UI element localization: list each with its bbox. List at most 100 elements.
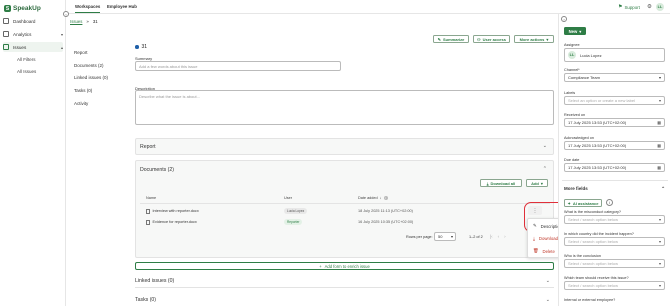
- sidebar-item-label: Analytics: [13, 31, 32, 37]
- linked-issues-section[interactable]: Linked issues (0) ⌄: [135, 276, 554, 288]
- chevron-up-icon[interactable]: ⌃: [543, 166, 547, 172]
- breadcrumb-current: 31: [92, 19, 98, 24]
- prev-page-icon[interactable]: ‹: [498, 234, 500, 239]
- plus-icon: +: [319, 263, 322, 269]
- download-all-label: Download all: [490, 180, 516, 186]
- add-document-button[interactable]: Add ▾: [526, 179, 548, 187]
- new-button[interactable]: New ▾: [564, 27, 586, 35]
- issue-nav-report[interactable]: Report: [74, 50, 88, 55]
- app-logo[interactable]: S SpeakUp: [4, 4, 41, 13]
- column-header-user[interactable]: User: [284, 196, 292, 200]
- select-placeholder: Select / search option below: [568, 217, 619, 222]
- report-section[interactable]: Report ⌄: [135, 138, 554, 155]
- app-name: SpeakUp: [13, 5, 41, 12]
- user-icon: ⚇: [477, 36, 481, 42]
- received-date-input[interactable]: 17 July 2025 13:53 (UTC+02:00) ▦: [564, 118, 665, 127]
- chevron-down-icon: ⌄: [545, 278, 550, 284]
- due-value: 17 July 2025 13:53 (UTC+02:00): [568, 165, 627, 170]
- file-icon: [146, 209, 150, 214]
- issue-nav-activity[interactable]: Activity: [74, 101, 88, 106]
- chevron-down-icon: ▾: [60, 31, 63, 37]
- menu-item-delete[interactable]: 🗑 Delete: [533, 248, 555, 254]
- chevron-up-icon: ⌃: [661, 186, 665, 191]
- menu-item-download[interactable]: ⤓ Download: [533, 236, 558, 241]
- issues-icon: [3, 44, 9, 50]
- sidebar-subitem-all-issues[interactable]: All Issues: [17, 69, 36, 74]
- acknowledged-date-input[interactable]: 17 July 2025 13:53 (UTC+02:00) ▦: [564, 141, 665, 150]
- add-form-button[interactable]: + Add form to enrich issue: [135, 262, 554, 270]
- breadcrumb: Issues » 31: [70, 19, 98, 24]
- labels-select[interactable]: Select an option or create a new label ▾: [564, 96, 665, 105]
- question-category-label: What is the misconduct category?: [564, 210, 621, 214]
- tab-workspaces[interactable]: Workspaces: [75, 4, 101, 13]
- select-placeholder: Select / search option below: [568, 261, 619, 266]
- ai-assistance-button[interactable]: ✦ AI assistance: [564, 199, 602, 207]
- summary-input[interactable]: Add a few words about this issue: [135, 61, 341, 71]
- row-menu-icon[interactable]: ⋮: [528, 206, 542, 215]
- rows-per-page-select[interactable]: 50 ▾: [434, 232, 456, 241]
- dashboard-icon: [3, 18, 9, 24]
- sidebar-subitem-all-filters[interactable]: All Filters: [17, 57, 36, 62]
- sidebar: S SpeakUp Dashboard Analytics ▾ Issues ▴…: [0, 0, 66, 306]
- issue-nav-documents[interactable]: Documents (2): [74, 63, 104, 68]
- assignee-select[interactable]: LL Lucia Lopez: [564, 48, 665, 62]
- support-label: Support: [624, 4, 640, 10]
- speakup-logo-icon: S: [4, 5, 11, 12]
- new-button-label: New: [568, 28, 578, 34]
- user-access-button[interactable]: ⚇ User access: [473, 35, 510, 43]
- panel-divider: [562, 180, 668, 181]
- calendar-icon[interactable]: ▦: [657, 143, 661, 148]
- issue-nav-tasks[interactable]: Tasks (0): [74, 88, 92, 93]
- due-date-input[interactable]: 17 July 2025 13:53 (UTC+02:00) ▦: [564, 163, 665, 172]
- document-name[interactable]: Interview with reporter.docx: [153, 209, 199, 213]
- status-dot-icon: [135, 45, 139, 49]
- column-header-name[interactable]: Name: [146, 196, 156, 200]
- tab-employee-hub[interactable]: Employee Hub: [107, 4, 137, 9]
- received-label: Received on: [564, 113, 586, 117]
- conclusion-select[interactable]: Select / search option below ▾: [564, 259, 665, 268]
- summarize-button[interactable]: ✎ Summarize: [433, 35, 469, 43]
- sidebar-item-analytics[interactable]: Analytics ▾: [3, 29, 63, 39]
- user-avatar[interactable]: LL: [656, 3, 664, 11]
- description-textarea[interactable]: Describe what the issue is about...: [135, 90, 554, 125]
- first-page-icon[interactable]: |‹: [490, 234, 493, 239]
- table-row[interactable]: Interview with reporter.docx: [146, 209, 199, 214]
- edit-icon: ✎: [533, 223, 537, 228]
- document-name[interactable]: Evidence for reporter.docx: [153, 220, 197, 224]
- next-page-icon[interactable]: ›: [504, 234, 506, 239]
- more-fields-label: More fields: [564, 186, 588, 191]
- chevron-up-icon: ▴: [60, 44, 63, 50]
- breadcrumb-issues-link[interactable]: Issues: [70, 19, 82, 24]
- support-icon: ⚑: [618, 4, 623, 10]
- tasks-section[interactable]: Tasks (0) ⌄: [135, 295, 554, 306]
- category-select[interactable]: Select / search option below ▾: [564, 215, 665, 224]
- country-select[interactable]: Select / search option below ▾: [564, 237, 665, 246]
- collapse-panel-icon[interactable]: ›: [561, 16, 567, 22]
- channel-select[interactable]: Compliance Team ▾: [564, 73, 665, 82]
- documents-section-title: Documents (2): [140, 167, 175, 173]
- team-select[interactable]: Select / search option below ▾: [564, 281, 665, 290]
- sidebar-item-issues[interactable]: Issues ▴: [3, 42, 63, 52]
- issue-nav-linked-issues[interactable]: Linked issues (0): [74, 75, 108, 80]
- assignee-value: Lucia Lopez: [580, 52, 602, 58]
- more-actions-label: More actions: [519, 36, 545, 42]
- user-badge: Lucia Lopez: [284, 208, 308, 214]
- calendar-icon[interactable]: ▦: [657, 120, 661, 125]
- support-link[interactable]: ⚑ Support: [618, 4, 640, 10]
- info-icon[interactable]: i: [606, 199, 613, 206]
- download-all-button[interactable]: ⤓ Download all: [480, 179, 522, 187]
- sidebar-item-label: Issues: [13, 44, 27, 50]
- gear-icon[interactable]: ⚙: [647, 4, 652, 10]
- more-fields-toggle[interactable]: More fields ⌃: [564, 186, 665, 192]
- pagination-range: 1–2 of 2: [469, 235, 483, 239]
- table-row[interactable]: Evidence for reporter.docx: [146, 220, 197, 225]
- collapse-sidebar-icon[interactable]: ‹: [63, 11, 69, 17]
- calendar-icon[interactable]: ▦: [657, 165, 661, 170]
- info-icon: i: [383, 196, 388, 200]
- menu-item-label: Delete: [542, 248, 555, 254]
- sidebar-item-dashboard[interactable]: Dashboard: [3, 16, 35, 26]
- acknowledged-label: Acknowledged on: [564, 136, 594, 140]
- acknowledged-value: 17 July 2025 13:53 (UTC+02:00): [568, 143, 627, 148]
- more-actions-button[interactable]: More actions ▾: [514, 35, 554, 43]
- column-header-date[interactable]: Date added ↓ i: [358, 196, 388, 200]
